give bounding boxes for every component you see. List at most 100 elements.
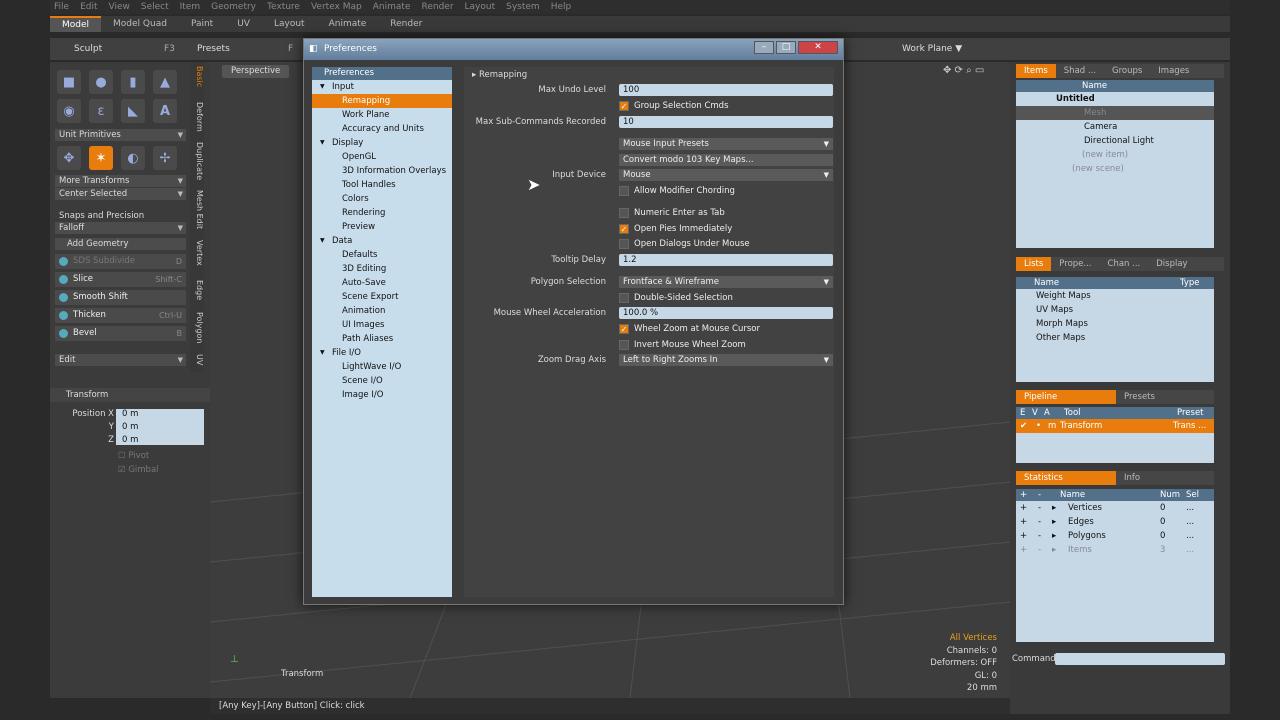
tab-animate[interactable]: Animate xyxy=(317,16,379,32)
tool-thicken[interactable]: Thicken Ctrl-U xyxy=(55,308,186,323)
menu-animate[interactable]: Animate xyxy=(373,0,411,14)
item-row[interactable]: Directional Light xyxy=(1016,134,1214,148)
falloff-dropdown[interactable]: Falloff ▼ xyxy=(55,222,186,234)
vtab-mesh-edit[interactable]: Mesh Edit xyxy=(190,190,204,229)
tool-smooth-shift[interactable]: Smooth Shift xyxy=(55,290,186,305)
vtab-vertex[interactable]: Vertex xyxy=(190,240,204,266)
move-icon[interactable]: ✥ xyxy=(57,146,81,170)
menu-file[interactable]: File xyxy=(54,0,69,14)
numeric-enter-checkbox[interactable]: Numeric Enter as Tab xyxy=(619,207,725,219)
expand-icon[interactable]: ▼ xyxy=(320,80,325,94)
pen-icon[interactable]: ◣ xyxy=(121,99,145,123)
menu-layout[interactable]: Layout xyxy=(465,0,496,14)
position-y-field[interactable]: 0 m xyxy=(122,422,138,432)
tool-slice[interactable]: Slice Shift-C xyxy=(55,272,186,287)
tree-node-image-i-o[interactable]: Image I/O xyxy=(312,388,452,402)
list-item[interactable]: Morph Maps xyxy=(1016,317,1214,331)
tree-node-defaults[interactable]: Defaults xyxy=(312,248,452,262)
item-row[interactable]: Untitled xyxy=(1016,92,1214,106)
tab-layout[interactable]: Layout xyxy=(262,16,317,32)
minimize-button[interactable]: – xyxy=(754,41,774,54)
capsule-icon[interactable]: ε xyxy=(89,99,113,123)
tree-node-animation[interactable]: Animation xyxy=(312,304,452,318)
tree-node-data[interactable]: ▼ Data xyxy=(312,234,452,248)
table-row[interactable]: + - ▸ Vertices 0... xyxy=(1016,501,1214,515)
work-plane-dropdown[interactable]: Work Plane ▼ xyxy=(902,41,962,57)
tree-node-scene-i-o[interactable]: Scene I/O xyxy=(312,374,452,388)
command-input[interactable] xyxy=(1055,653,1225,665)
tree-node-lightwave-i-o[interactable]: LightWave I/O xyxy=(312,360,452,374)
vtab-uv[interactable]: UV xyxy=(190,354,204,365)
menu-edit[interactable]: Edit xyxy=(80,0,97,14)
unit-primitives-dropdown[interactable]: Unit Primitives ▼ xyxy=(55,129,186,141)
cone-icon[interactable]: ▲ xyxy=(153,70,177,94)
tab-display[interactable]: Display xyxy=(1148,257,1195,271)
max-undo-field[interactable]: 100 xyxy=(619,84,833,96)
row-control[interactable]: - xyxy=(1038,501,1041,515)
allow-modifier-checkbox[interactable]: Allow Modifier Chording xyxy=(619,185,735,197)
list-item[interactable]: Weight Maps xyxy=(1016,289,1214,303)
menu-geometry[interactable]: Geometry xyxy=(211,0,256,14)
tab-prope-[interactable]: Prope... xyxy=(1051,257,1099,271)
presets-button[interactable]: Presets xyxy=(197,41,230,57)
tree-node-remapping[interactable]: Remapping xyxy=(312,94,452,108)
scale-icon[interactable]: ◐ xyxy=(121,146,145,170)
row-control[interactable]: ▸ xyxy=(1052,501,1056,515)
tree-node-3d-editing[interactable]: 3D Editing xyxy=(312,262,452,276)
tab-images[interactable]: Images xyxy=(1150,64,1197,78)
tree-node-opengl[interactable]: OpenGL xyxy=(312,150,452,164)
tab-pipeline[interactable]: Pipeline xyxy=(1016,390,1116,404)
vtab-edge[interactable]: Edge xyxy=(190,280,204,300)
menu-select[interactable]: Select xyxy=(141,0,169,14)
tree-node-display[interactable]: ▼ Display xyxy=(312,136,452,150)
tab-model[interactable]: Model xyxy=(50,16,102,32)
text-icon[interactable]: A xyxy=(153,99,177,123)
gimbal-checkbox[interactable]: ☑ Gimbal xyxy=(118,465,159,475)
open-dialogs-checkbox[interactable]: Open Dialogs Under Mouse xyxy=(619,238,750,250)
tree-node-rendering[interactable]: Rendering xyxy=(312,206,452,220)
tree-node-auto-save[interactable]: Auto-Save xyxy=(312,276,452,290)
position-z-field[interactable]: 0 m xyxy=(122,435,138,445)
expand-icon[interactable]: ▼ xyxy=(320,346,325,360)
row-control[interactable]: + xyxy=(1020,543,1027,557)
menu-system[interactable]: System xyxy=(506,0,540,14)
menu-render[interactable]: Render xyxy=(421,0,453,14)
zoom-drag-dropdown[interactable]: Left to Right Zooms In ▼ xyxy=(619,354,833,366)
open-pies-checkbox[interactable]: ✓ Open Pies Immediately xyxy=(619,223,732,235)
menu-texture[interactable]: Texture xyxy=(267,0,300,14)
menu-help[interactable]: Help xyxy=(551,0,572,14)
position-x-field[interactable]: 0 m xyxy=(122,409,138,419)
item-row[interactable]: (new scene) xyxy=(1016,162,1214,176)
tab-items[interactable]: Items xyxy=(1016,64,1056,78)
viewport-nav-icons[interactable]: ✥ ⟳ ⌕ ▭ xyxy=(943,65,984,76)
row-control[interactable]: + xyxy=(1020,515,1027,529)
convert-keymaps-button[interactable]: Convert modo 103 Key Maps... xyxy=(619,154,833,166)
tree-node-colors[interactable]: Colors xyxy=(312,192,452,206)
invert-wheel-checkbox[interactable]: Invert Mouse Wheel Zoom xyxy=(619,339,746,351)
row-control[interactable]: - xyxy=(1038,515,1041,529)
double-sided-checkbox[interactable]: Double-Sided Selection xyxy=(619,292,733,304)
mouse-input-presets-dropdown[interactable]: Mouse Input Presets ▼ xyxy=(619,138,833,150)
tab-render[interactable]: Render xyxy=(378,16,434,32)
tab-groups[interactable]: Groups xyxy=(1104,64,1150,78)
center-selected-dropdown[interactable]: Center Selected ▼ xyxy=(55,188,186,200)
pivot-checkbox[interactable]: ☐ Pivot xyxy=(118,451,149,461)
snaps-precision-header[interactable]: Snaps and Precision xyxy=(55,210,186,222)
row-control[interactable]: + xyxy=(1020,529,1027,543)
tab-shad-[interactable]: Shad ... xyxy=(1056,64,1104,78)
maximize-button[interactable]: □ xyxy=(776,41,796,54)
tab-info[interactable]: Info xyxy=(1116,471,1148,485)
tool-sds-subdivide[interactable]: SDS Subdivide D xyxy=(55,254,186,269)
tree-node-path-aliases[interactable]: Path Aliases xyxy=(312,332,452,346)
transform-icon[interactable]: ✢ xyxy=(153,146,177,170)
tab-model-quad[interactable]: Model Quad xyxy=(101,16,179,32)
tree-node-file-i-o[interactable]: ▼ File I/O xyxy=(312,346,452,360)
tooltip-delay-field[interactable]: 1.2 xyxy=(619,254,833,266)
tree-node-accuracy-and-units[interactable]: Accuracy and Units xyxy=(312,122,452,136)
rotate-icon[interactable]: ✶ xyxy=(89,146,113,170)
item-row[interactable]: (new item) xyxy=(1016,148,1214,162)
vtab-basic[interactable]: Basic xyxy=(190,66,204,87)
cube-icon[interactable]: ■ xyxy=(57,70,81,94)
sphere-icon[interactable]: ● xyxy=(89,70,113,94)
tab-lists[interactable]: Lists xyxy=(1016,257,1052,271)
